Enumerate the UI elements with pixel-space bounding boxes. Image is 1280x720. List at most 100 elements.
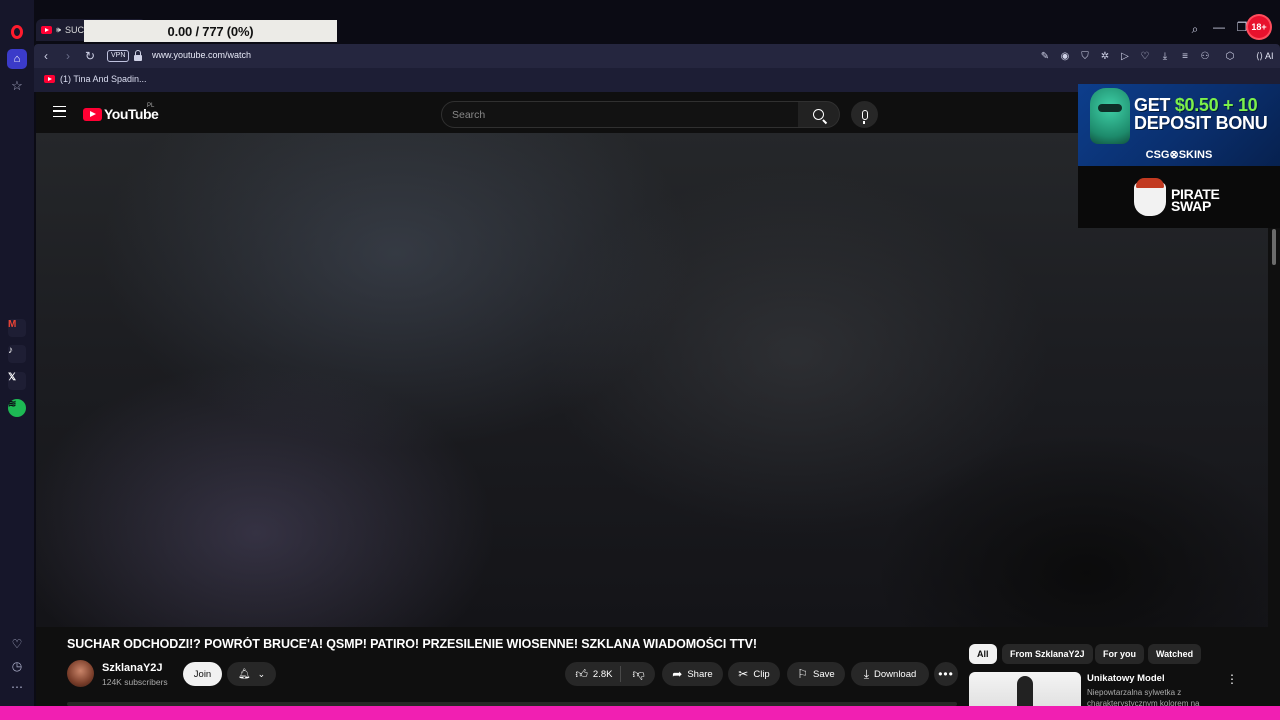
- thumbs-down-icon: 👎︎: [632, 667, 645, 681]
- ad-mascot-image: [1090, 88, 1130, 144]
- speaker-icon[interactable]: 🕪: [56, 25, 61, 35]
- channel-name[interactable]: SzklanaY2J: [102, 662, 163, 674]
- ad-partner-logo: PIRATE SWAP: [1171, 186, 1220, 214]
- shield-icon[interactable]: ⛉: [1078, 49, 1092, 63]
- ad-brand: CSG⊗SKINS: [1145, 149, 1213, 161]
- scissors-icon: ✂: [738, 667, 749, 681]
- pirate-mascot-icon: [1134, 178, 1166, 216]
- ad-headline: GET $0.50 + 10 DEPOSIT BONU: [1134, 96, 1280, 132]
- heart-outline-icon[interactable]: ♡: [1138, 49, 1152, 63]
- bell-icon: 🔔︎: [237, 668, 251, 680]
- hamburger-menu-icon[interactable]: [53, 106, 66, 117]
- more-icon[interactable]: ⋯: [7, 677, 27, 697]
- back-icon[interactable]: ‹: [38, 48, 54, 64]
- clip-label: Clip: [753, 668, 770, 680]
- download-icon[interactable]: ⤓: [1158, 49, 1172, 63]
- screen: ⌂ ☆ M ♪ 𝕏 ≋ ♡ ◷ ⋯ 🕪 SUCH ⌕ — ❐ ✕ 18+ 0.0…: [0, 0, 1280, 720]
- chip-for-you[interactable]: For you: [1095, 644, 1144, 664]
- like-dislike-group: 👍︎ 2.8K 👎︎: [565, 662, 655, 686]
- address-bar: ‹ › ↻ VPN www.youtube.com/watch ✎ ◉ ⛉ ✲ …: [34, 44, 1280, 68]
- download-arrow-icon: ⤓: [863, 667, 870, 681]
- clip-button[interactable]: ✂ Clip: [728, 662, 780, 686]
- more-actions-button[interactable]: •••: [934, 662, 958, 686]
- tiktok-icon: ♪: [8, 345, 26, 363]
- country-code: PL: [147, 103, 155, 109]
- like-button[interactable]: 👍︎ 2.8K: [575, 666, 622, 682]
- voice-search-button[interactable]: [851, 101, 878, 128]
- ad-headline-accent: $0.50 + 10: [1174, 95, 1258, 115]
- microphone-icon: [861, 109, 868, 124]
- search-button[interactable]: [798, 101, 840, 128]
- recommendation-description: Niepowtarzalna sylwetka z charakterystyc…: [1087, 688, 1200, 706]
- reload-icon[interactable]: ↻: [82, 48, 98, 64]
- lock-icon[interactable]: [134, 50, 142, 61]
- share-button[interactable]: ➦ Share: [662, 662, 723, 686]
- edit-icon[interactable]: ✎: [1038, 49, 1052, 63]
- home-icon[interactable]: ⌂: [7, 49, 27, 69]
- vpn-badge[interactable]: VPN: [107, 50, 130, 62]
- extension-icon[interactable]: ✲: [1098, 49, 1112, 63]
- ad-bottom-panel: PIRATE SWAP: [1078, 166, 1280, 228]
- subscriber-count: 124K subscribers: [102, 677, 168, 687]
- channel-avatar[interactable]: [67, 660, 94, 687]
- recommendation-thumbnail[interactable]: [969, 672, 1081, 706]
- save-button[interactable]: ⚐ Save: [787, 662, 845, 686]
- join-button[interactable]: Join: [183, 662, 222, 686]
- x-icon: 𝕏: [8, 372, 26, 390]
- sidebar-app-gmail[interactable]: M: [7, 318, 27, 338]
- ai-label: AI: [1265, 51, 1274, 61]
- recommendation-title[interactable]: Unikatowy Model: [1087, 673, 1165, 684]
- cube-icon[interactable]: ⬡: [1223, 49, 1237, 63]
- history-icon[interactable]: ◷: [7, 656, 27, 676]
- forward-icon[interactable]: ›: [60, 48, 76, 64]
- ai-icon: ⟨⟩: [1256, 50, 1264, 61]
- chip-from-channel[interactable]: From SzklanaY2J: [1002, 644, 1093, 664]
- minimize-icon[interactable]: —: [1211, 20, 1227, 34]
- thumbs-up-icon: 👍︎: [575, 667, 588, 681]
- download-button[interactable]: ⤓ Download: [851, 662, 929, 686]
- video-title: SUCHAR ODCHODZI!? POWRÓT BRUCE'A! QSMP! …: [67, 637, 757, 651]
- youtube-favicon-icon: [41, 26, 52, 34]
- save-label: Save: [813, 668, 835, 680]
- kebab-menu-icon[interactable]: ⋮: [1226, 672, 1238, 686]
- sidebar-app-tiktok[interactable]: ♪: [7, 344, 27, 364]
- scrollbar[interactable]: [1272, 229, 1276, 265]
- spotify-icon: ≋: [8, 399, 26, 417]
- gmail-icon: M: [8, 319, 26, 337]
- play-icon[interactable]: ▷: [1118, 49, 1132, 63]
- profile-icon[interactable]: ⚇: [1198, 49, 1212, 63]
- opera-logo-icon[interactable]: [7, 22, 27, 42]
- share-icon: ➦: [672, 667, 683, 681]
- chip-all[interactable]: All: [969, 644, 997, 664]
- like-count: 2.8K: [592, 668, 613, 680]
- search-input[interactable]: Search: [441, 101, 799, 128]
- age-badge: 18+: [1248, 16, 1270, 38]
- search-tabs-icon[interactable]: ⌕: [1187, 22, 1203, 37]
- chip-watched[interactable]: Watched: [1148, 644, 1202, 664]
- star-icon[interactable]: ☆: [7, 76, 27, 96]
- share-label: Share: [687, 668, 713, 680]
- bookmark-item[interactable]: (1) Tina And Spadin...: [44, 74, 147, 84]
- notifications-button[interactable]: 🔔︎ ⌄: [227, 662, 276, 686]
- sidebar-app-x[interactable]: 𝕏: [7, 371, 27, 391]
- search-placeholder: Search: [452, 109, 486, 121]
- ai-button[interactable]: ⟨⟩ AI: [1253, 48, 1277, 64]
- youtube-favicon-icon: [44, 75, 55, 83]
- ad-top-panel: GET $0.50 + 10 DEPOSIT BONU CSG⊗SKINS: [1078, 84, 1280, 166]
- opera-sidebar: ⌂ ☆ M ♪ 𝕏 ≋ ♡ ◷ ⋯: [0, 0, 34, 706]
- camera-icon[interactable]: ◉: [1058, 49, 1072, 63]
- menu-icon[interactable]: ≡: [1178, 49, 1192, 63]
- ad-headline-prefix: GET: [1134, 95, 1175, 115]
- sidebar-app-spotify[interactable]: ≋: [7, 398, 27, 418]
- search-icon: [813, 109, 824, 120]
- bookmark-label: (1) Tina And Spadin...: [60, 74, 147, 84]
- url-field[interactable]: www.youtube.com/watch: [152, 50, 251, 60]
- download-label: Download: [874, 668, 917, 680]
- ad-banner[interactable]: GET $0.50 + 10 DEPOSIT BONU CSG⊗SKINS PI…: [1078, 84, 1280, 228]
- more-horizontal-icon: •••: [938, 667, 954, 681]
- youtube-play-icon: [83, 107, 102, 121]
- dislike-button[interactable]: 👎︎: [626, 668, 644, 680]
- heart-icon[interactable]: ♡: [7, 634, 27, 654]
- bookmark-icon: ⚐: [797, 667, 809, 681]
- progress-overlay: 0.00 / 777 (0%): [84, 20, 337, 42]
